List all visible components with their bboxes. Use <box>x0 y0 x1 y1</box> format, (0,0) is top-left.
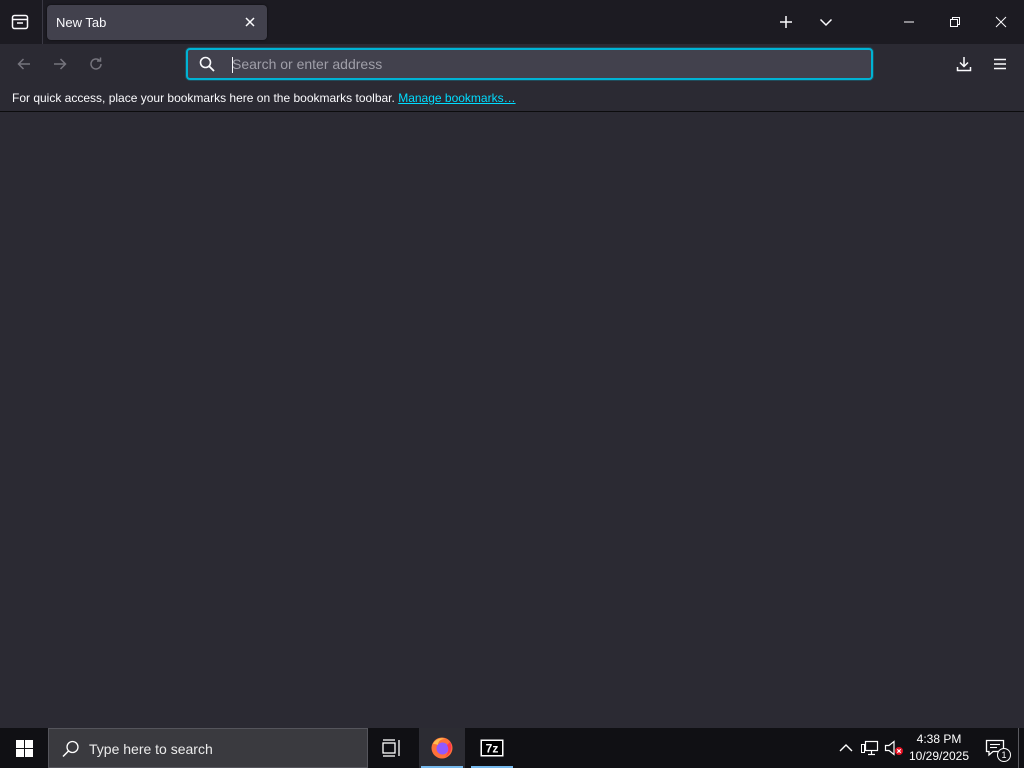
taskbar: Type here to search 7z 4:38 PM 10/29/202… <box>0 728 1024 768</box>
open-menu-button[interactable] <box>984 48 1016 80</box>
notification-count-badge: 1 <box>997 748 1011 762</box>
taskbar-app-firefox[interactable] <box>419 728 465 768</box>
taskbar-app-7zip[interactable]: 7z <box>469 728 515 768</box>
minimize-button[interactable] <box>886 0 932 44</box>
task-view-icon <box>382 739 400 757</box>
bookmarks-toolbar: For quick access, place your bookmarks h… <box>0 84 1024 112</box>
text-caret <box>232 57 233 73</box>
chevron-up-icon <box>839 744 853 752</box>
screen: New Tab Search or enter address For quic… <box>0 0 1024 768</box>
downloads-button[interactable] <box>948 48 980 80</box>
download-icon <box>956 57 972 72</box>
clock-date: 10/29/2025 <box>908 749 970 763</box>
search-icon <box>199 56 215 72</box>
minimize-icon <box>904 21 914 23</box>
firefox-view-icon <box>11 14 29 30</box>
task-view-button[interactable] <box>369 728 415 768</box>
back-button[interactable] <box>8 48 40 80</box>
arrow-left-icon <box>17 58 30 70</box>
7zip-icon: 7z <box>480 739 504 757</box>
taskbar-search-box[interactable]: Type here to search <box>48 728 368 768</box>
tab-new-tab[interactable]: New Tab <box>47 5 267 40</box>
close-icon <box>245 17 255 27</box>
list-all-tabs-button[interactable] <box>810 6 842 38</box>
manage-bookmarks-link[interactable]: Manage bookmarks… <box>398 91 515 105</box>
tab-strip: New Tab <box>0 0 1024 44</box>
page-content[interactable] <box>0 113 1024 728</box>
taskbar-clock[interactable]: 4:38 PM 10/29/2025 <box>906 731 972 765</box>
hamburger-menu-icon <box>994 58 1006 70</box>
bookmarks-hint-text: For quick access, place your bookmarks h… <box>12 91 395 105</box>
network-status-button[interactable] <box>860 738 880 758</box>
firefox-icon <box>431 737 453 759</box>
reload-button[interactable] <box>80 48 112 80</box>
bookmarks-empty-message: For quick access, place your bookmarks h… <box>12 91 516 105</box>
tabstrip-separator <box>42 0 43 44</box>
search-icon <box>62 740 79 758</box>
new-tab-button[interactable] <box>770 6 802 38</box>
chevron-down-icon <box>819 18 833 27</box>
arrow-right-icon <box>54 58 67 70</box>
tab-title: New Tab <box>56 15 107 30</box>
close-icon <box>995 16 1007 28</box>
windows-logo-icon <box>15 739 33 757</box>
volume-muted-icon <box>884 740 903 756</box>
firefox-view-button[interactable] <box>4 6 36 38</box>
plus-icon <box>780 16 792 28</box>
restore-icon <box>950 17 960 27</box>
url-input[interactable] <box>232 53 832 75</box>
forward-button[interactable] <box>44 48 76 80</box>
start-button[interactable] <box>0 728 48 768</box>
close-window-button[interactable] <box>978 0 1024 44</box>
action-center-button[interactable]: 1 <box>978 728 1012 768</box>
volume-button[interactable] <box>884 738 904 758</box>
network-icon <box>861 740 879 756</box>
restore-button[interactable] <box>932 0 978 44</box>
clock-time: 4:38 PM <box>916 732 962 746</box>
tab-close-button[interactable] <box>239 11 261 33</box>
reload-icon <box>90 57 102 70</box>
taskbar-search-placeholder: Type here to search <box>89 741 213 757</box>
navigation-toolbar <box>0 44 1024 84</box>
url-bar[interactable] <box>186 48 873 80</box>
show-hidden-icons-button[interactable] <box>836 738 856 758</box>
7zip-icon-label: 7z <box>486 742 499 756</box>
show-desktop-button[interactable] <box>1018 728 1024 768</box>
